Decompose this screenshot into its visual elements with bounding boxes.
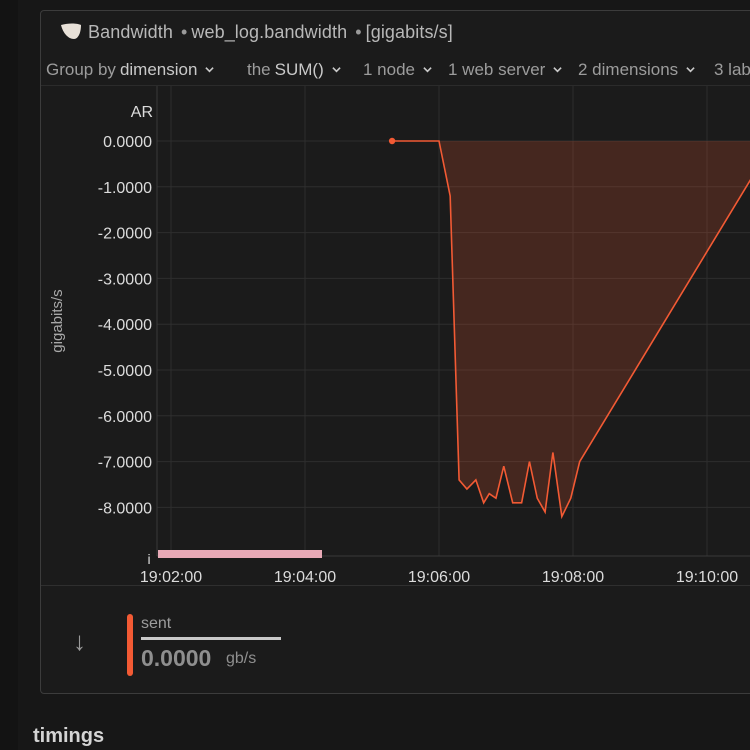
chevron-down-icon: [332, 66, 341, 72]
dimensions-dropdown[interactable]: 2 dimensions: [578, 60, 695, 80]
chevron-down-icon: [205, 66, 215, 72]
group-by-value: dimension: [119, 60, 198, 79]
chart-plot-area[interactable]: 0.0000 -1.0000 -2.0000 -3.0000 -4.0000 -5.000…: [41, 85, 750, 586]
x-tick-label: 19:06:00: [408, 569, 470, 586]
nodes-label: 1 node: [363, 60, 415, 79]
chart-units: [gigabits/s]: [365, 22, 453, 42]
chart-toolbar: Group by dimension the SUM() 1 node 1 we…: [41, 55, 750, 85]
y-tick-label: -7.0000: [98, 455, 152, 472]
chart-svg[interactable]: 0.0000 -1.0000 -2.0000 -3.0000 -4.0000 -5.000…: [41, 86, 750, 586]
y-tick-label: -3.0000: [98, 271, 152, 288]
chart-area-icon: [61, 23, 81, 39]
instances-label: 1 web server: [448, 60, 546, 79]
legend-series-name[interactable]: sent: [141, 615, 171, 633]
annotation-marker: i: [147, 551, 150, 567]
legend-series-underline: [141, 637, 281, 640]
chart-header: Bandwidth • web_log.bandwidth • [gigabits/s]: [41, 11, 750, 51]
chevron-down-icon: [553, 66, 563, 72]
instances-dropdown[interactable]: 1 web server: [448, 60, 563, 80]
chart-context: web_log.bandwidth: [191, 22, 348, 42]
x-tick-label: 19:08:00: [542, 569, 604, 586]
x-tick-label: 19:02:00: [140, 569, 202, 586]
series-color-swatch: [127, 614, 133, 676]
labels-label: 3 lab: [714, 60, 750, 79]
legend-series-value: 0.0000: [141, 645, 212, 671]
aggregation-value: SUM(): [274, 60, 324, 79]
y-tick-label: -1.0000: [98, 180, 152, 197]
x-tick-label: 19:04:00: [274, 569, 336, 586]
series-start-point: [388, 137, 396, 145]
group-by-dropdown[interactable]: Group by dimension: [46, 60, 215, 80]
y-tick-label: 0.0000: [103, 134, 152, 151]
y-tick-label: -2.0000: [98, 226, 152, 243]
dimensions-label: 2 dimensions: [578, 60, 679, 79]
y-tick-label: -8.0000: [98, 500, 152, 517]
labels-dropdown[interactable]: 3 lab: [714, 60, 750, 80]
no-data-region: [158, 550, 322, 558]
series-area: [392, 141, 750, 517]
aggregation-prefix: the: [247, 60, 271, 79]
y-axis-label: gigabits/s: [49, 289, 66, 352]
nodes-dropdown[interactable]: 1 node: [363, 60, 432, 80]
y-tick-label: -5.0000: [98, 363, 152, 380]
legend-divider: [41, 585, 750, 586]
annotation-label: AR: [131, 104, 153, 121]
chart-card: Bandwidth • web_log.bandwidth • [gigabits/s]…: [40, 10, 750, 694]
group-by-prefix: Group by: [46, 60, 116, 79]
left-gutter: [0, 0, 18, 750]
arrow-down-icon: ↓: [73, 626, 86, 656]
y-tick-label: -6.0000: [98, 409, 152, 426]
x-tick-label: 19:10:00: [676, 569, 738, 586]
section-title-timings: timings: [33, 725, 105, 747]
chart-title: Bandwidth: [88, 22, 173, 42]
aggregation-dropdown[interactable]: the SUM(): [247, 60, 341, 80]
chevron-down-icon: [686, 66, 695, 72]
chart-title-line: Bandwidth • web_log.bandwidth • [gigabits/s]: [88, 22, 453, 42]
chevron-down-icon: [423, 66, 432, 72]
y-tick-label: -4.0000: [98, 317, 152, 334]
legend-series-unit: gb/s: [226, 650, 257, 667]
